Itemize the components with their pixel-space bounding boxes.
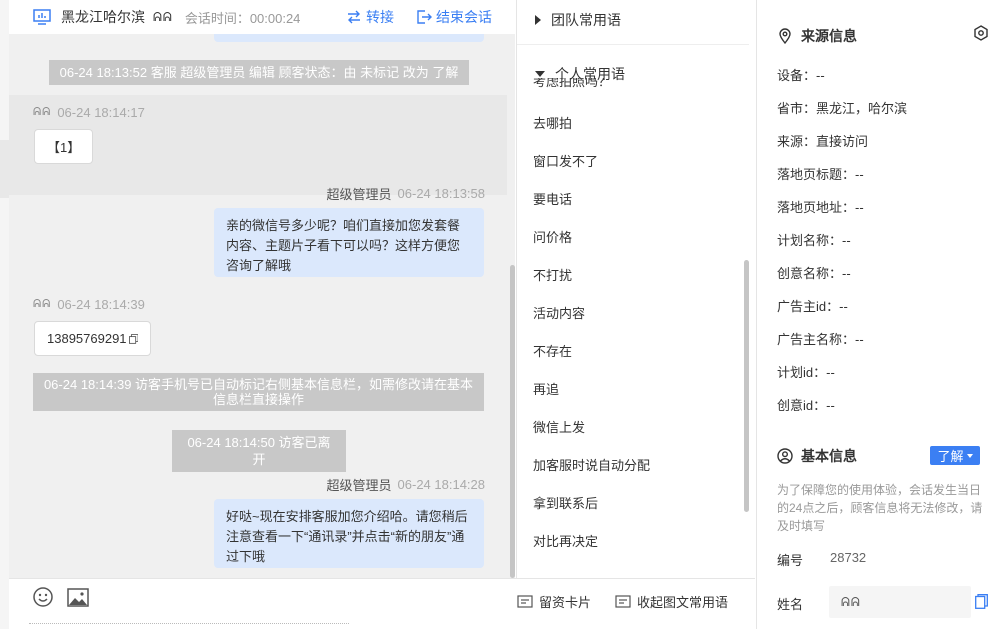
agent-name: 超级管理员	[326, 187, 392, 202]
info-plan-id: 计划id：--	[777, 365, 835, 380]
phrases-panel: 团队常用语 个人常用语 考虑拍照吗？ 去哪拍 窗口发不了 要电话 问价格 不打扰…	[516, 0, 755, 578]
agent-message-bubble: 亲的微信号多少呢？咱们直接加您发套餐内容、主题片子看下可以吗？这样方便您咨询了解…	[214, 208, 484, 277]
transfer-button[interactable]: 转接	[346, 7, 394, 27]
user-circle-icon	[777, 448, 793, 464]
edit-deadline-hint: 为了保障您的使用体验，会话发生当日的24点之后，顾客信息将无法修改，请及时填写	[777, 483, 983, 533]
agent-message-bubble: 好哒~现在安排客服加您介绍哈。请您稍后注意查看一下“通讯录”并点击“新的朋友”通…	[214, 499, 484, 568]
left-panel-highlight	[0, 140, 9, 198]
card-icon	[517, 594, 533, 608]
input-toolbar: 留资卡片 收起图文常用语	[9, 578, 755, 629]
collapse-phrases-label: 收起图文常用语	[637, 595, 729, 610]
phone-number: 13895769291	[47, 331, 127, 346]
message-meta: ᕱᕱ 06-24 18:14:39	[33, 297, 145, 312]
visitor-phone-bubble: 13895769291	[34, 321, 151, 356]
phrase-item[interactable]: 窗口发不了	[533, 151, 598, 170]
info-advertiser-name: 广告主名称：--	[777, 332, 864, 347]
info-landing-url: 落地页地址：--	[777, 200, 864, 215]
message-time: 06-24 18:14:39	[57, 297, 145, 312]
emoji-icon[interactable]	[32, 586, 54, 608]
team-phrases-group[interactable]: 团队常用语	[535, 10, 621, 30]
transfer-icon	[348, 10, 360, 24]
message-meta: 超级管理员 06-24 18:14:28	[327, 475, 485, 494]
chevron-down-icon	[966, 453, 973, 458]
chat-header: 黑龙江哈尔滨 ᕱᕱ 会话时间：00:00:24 转接 结束会话	[9, 0, 515, 34]
location-pin-icon	[779, 28, 791, 44]
transfer-label: 转接	[366, 9, 394, 25]
basic-title-text: 基本信息	[801, 448, 857, 464]
settings-icon[interactable]	[973, 25, 989, 41]
phrase-text: 考虑拍照吗？	[533, 78, 612, 89]
visitor-location-title: 黑龙江哈尔滨	[61, 9, 145, 25]
info-region: 省市：黑龙江，哈尔滨	[777, 101, 908, 116]
id-label: 编号	[777, 553, 804, 568]
message-time: 06-24 18:13:58	[397, 186, 485, 201]
phrase-item[interactable]: 问价格	[533, 227, 572, 246]
agent-name: 超级管理员	[326, 478, 392, 493]
phrase-item[interactable]: 微信上发	[533, 417, 585, 436]
monitor-icon	[33, 9, 51, 25]
chat-scrollbar[interactable]	[510, 265, 515, 578]
message-time: 06-24 18:14:28	[397, 477, 485, 492]
system-note-phone-tagged: 06-24 18:14:39 访客手机号已自动标记右侧基本信息栏，如需修改请在基…	[33, 373, 484, 411]
phrase-item[interactable]: 拿到联系后	[533, 493, 598, 512]
image-icon[interactable]	[67, 587, 89, 609]
info-advertiser-id: 广告主id：--	[777, 299, 848, 314]
phrase-item[interactable]: 再追	[533, 379, 559, 398]
phrase-item[interactable]: 活动内容	[533, 303, 585, 322]
source-title-text: 来源信息	[801, 28, 857, 44]
session-timer: 会话时间：00:00:24	[184, 10, 301, 26]
phrase-item[interactable]: 不打扰	[533, 265, 572, 284]
end-session-button[interactable]: 结束会话	[416, 7, 492, 27]
lead-card-label: 留资卡片	[539, 595, 592, 610]
collapse-phrases-button[interactable]: 收起图文常用语	[615, 592, 728, 611]
team-phrases-label: 团队常用语	[551, 12, 621, 28]
phrase-item[interactable]: 要电话	[533, 189, 572, 208]
info-creative-id: 创意id：--	[777, 398, 835, 413]
copy-icon[interactable]	[128, 333, 138, 345]
input-placeholder-edge	[29, 623, 349, 627]
phrases-scrollbar[interactable]	[744, 260, 749, 512]
end-session-label: 结束会话	[436, 9, 492, 25]
collapsed-arrow-icon	[535, 15, 541, 25]
visitor-name: ᕱᕱ	[153, 9, 173, 24]
customer-status-value: 了解	[937, 449, 964, 464]
name-field[interactable]: ᕱᕱ	[829, 586, 971, 618]
id-value: 28732	[830, 550, 867, 565]
message-meta: 超级管理员 06-24 18:13:58	[327, 184, 485, 203]
phrase-item[interactable]: 加客服时说自动分配	[533, 455, 650, 474]
system-note-status-change: 06-24 18:13:52 客服 超级管理员 编辑 顾客状态：由 未标记 改为…	[49, 60, 469, 85]
message-meta: ᕱᕱ 06-24 18:14:17	[33, 105, 145, 120]
phrase-item[interactable]: 不存在	[533, 341, 572, 360]
info-landing-title: 落地页标题：--	[777, 167, 864, 182]
visitor-name: ᕱᕱ	[33, 298, 52, 310]
phrase-item[interactable]: 去哪拍	[533, 113, 572, 132]
expanded-arrow-icon	[535, 71, 545, 77]
divider	[517, 44, 749, 45]
message-icon	[615, 594, 631, 608]
customer-status-dropdown[interactable]: 了解	[930, 446, 980, 465]
phrase-item-clipped[interactable]: 考虑拍照吗？	[533, 78, 633, 89]
info-creative-name: 创意名称：--	[777, 266, 851, 281]
source-info-title: 来源信息	[777, 26, 857, 46]
info-device: 设备：--	[777, 68, 825, 83]
basic-info-title: 基本信息	[777, 446, 857, 466]
lead-card-button[interactable]: 留资卡片	[517, 592, 591, 611]
info-source: 来源：直接访问	[777, 134, 869, 149]
info-panel: 来源信息 设备：-- 省市：黑龙江，哈尔滨 来源：直接访问 落地页标题：-- 落…	[756, 0, 996, 629]
phrase-item[interactable]: 对比再决定	[533, 531, 598, 550]
copy-document-icon[interactable]	[975, 594, 988, 609]
left-panel-edge	[0, 0, 9, 629]
exit-icon	[417, 10, 432, 24]
message-time: 06-24 18:14:17	[57, 105, 145, 120]
visitor-message-bubble: 【1】	[34, 129, 93, 164]
visitor-name: ᕱᕱ	[33, 106, 52, 118]
chat-panel: 06-24 18:13:52 客服 超级管理员 编辑 顾客状态：由 未标记 改为…	[9, 0, 515, 578]
system-note-visitor-left: 06-24 18:14:50 访客已离开	[172, 430, 346, 472]
info-plan-name: 计划名称：--	[777, 233, 851, 248]
name-label: 姓名	[777, 597, 804, 612]
